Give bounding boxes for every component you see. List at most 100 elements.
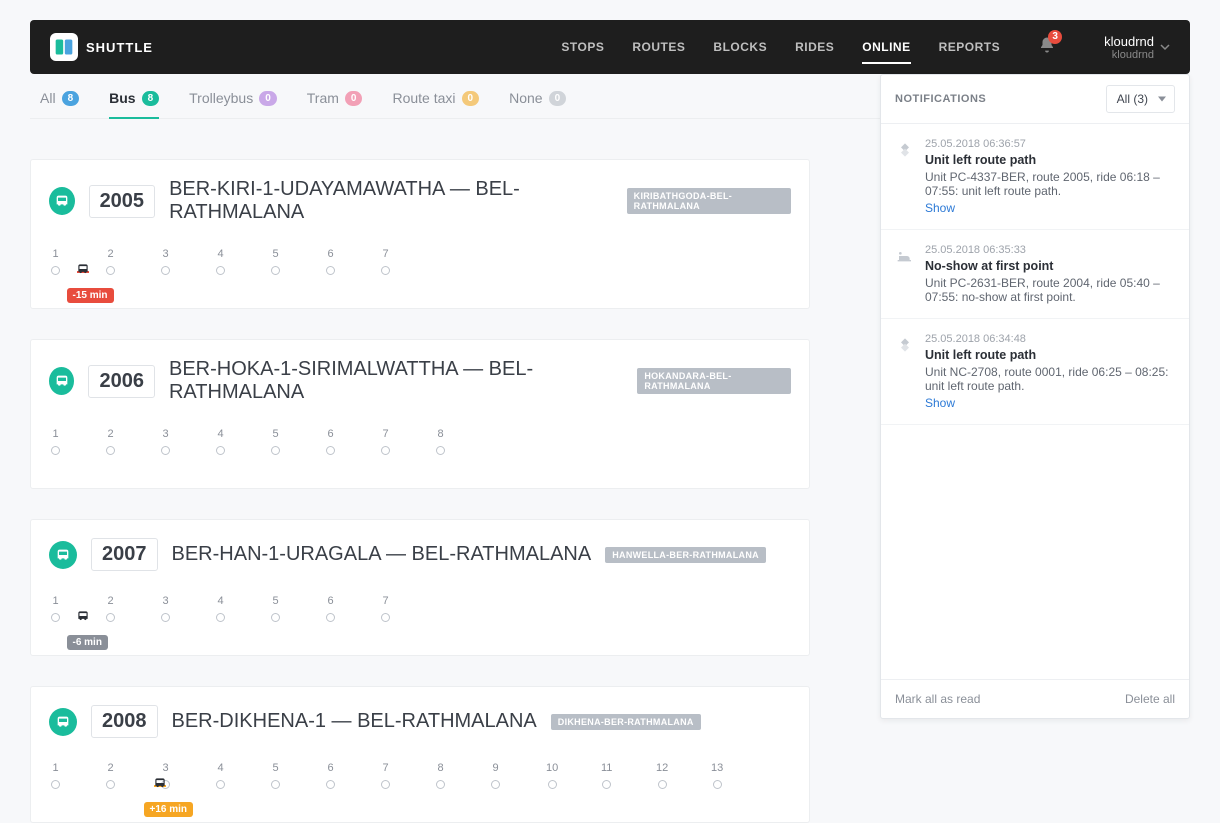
stop-3[interactable]: 3 [161, 428, 170, 455]
route-number[interactable]: 2005 [89, 185, 156, 218]
stop-11[interactable]: 11 [601, 762, 612, 789]
stop-9[interactable]: 9 [491, 762, 500, 789]
delay-badge: -15 min [67, 288, 114, 303]
stop-5[interactable]: 5 [271, 248, 280, 275]
tab-trolleybus[interactable]: Trolleybus0 [189, 90, 277, 118]
route-name: BER-DIKHENA-1 — BEL-RATHMALANA [172, 710, 537, 733]
stop-2[interactable]: 2 [106, 248, 115, 275]
stop-4[interactable]: 4 [216, 428, 225, 455]
delay-badge: +16 min [144, 802, 194, 817]
stop-6[interactable]: 6 [326, 428, 335, 455]
notification-icon [895, 335, 915, 355]
notification-body: Unit PC-4337-BER, route 2005, ride 06:18… [925, 170, 1175, 198]
tab-count: 0 [345, 91, 363, 106]
stops-line: 1234567-15 min [49, 248, 791, 290]
tab-count: 0 [259, 91, 277, 106]
stop-4[interactable]: 4 [216, 762, 225, 789]
stop-5[interactable]: 5 [271, 595, 280, 622]
notification-item[interactable]: 25.05.2018 06:35:33No-show at first poin… [881, 230, 1189, 319]
stop-4[interactable]: 4 [216, 248, 225, 275]
tab-route-taxi[interactable]: Route taxi0 [392, 90, 479, 118]
stop-1[interactable]: 1 [51, 762, 60, 789]
stop-1[interactable]: 1 [51, 595, 60, 622]
stop-2[interactable]: 2 [106, 595, 115, 622]
nav-blocks[interactable]: BLOCKS [713, 36, 767, 58]
stop-8[interactable]: 8 [436, 762, 445, 789]
stop-13[interactable]: 13 [711, 762, 723, 789]
topbar: SHUTTLE STOPS ROUTES BLOCKS RIDES ONLINE REPO… [30, 20, 1190, 74]
route-tag: DIKHENA-BER-RATHMALANA [551, 714, 701, 730]
stop-4[interactable]: 4 [216, 595, 225, 622]
bell-badge: 3 [1048, 30, 1062, 44]
stop-2[interactable]: 2 [106, 762, 115, 789]
notification-title: Unit left route path [925, 348, 1175, 362]
notifications-title: NOTIFICATIONS [895, 93, 986, 105]
nav-stops[interactable]: STOPS [561, 36, 604, 58]
tab-count: 0 [549, 91, 567, 106]
logo[interactable]: SHUTTLE [50, 33, 153, 61]
notifications-filter[interactable]: All (3) [1106, 85, 1175, 113]
notifications-footer: Mark all as read Delete all [881, 679, 1189, 718]
notification-body: Unit NC-2708, route 0001, ride 06:25 – 0… [925, 365, 1175, 393]
notification-show[interactable]: Show [925, 396, 955, 410]
bus-icon [49, 367, 74, 395]
notification-show[interactable]: Show [925, 201, 955, 215]
route-card: 2006 BER-HOKA-1-SIRIMALWATTHA — BEL-RATHM… [30, 339, 810, 489]
bus-marker-icon [75, 262, 91, 281]
stop-8[interactable]: 8 [436, 428, 445, 455]
stops-line: 1234567-6 min [49, 595, 791, 637]
route-name: BER-HAN-1-URAGALA — BEL-RATHMALANA [172, 543, 592, 566]
bell-icon[interactable]: 3 [1038, 36, 1056, 59]
stop-3[interactable]: 3 [161, 595, 170, 622]
stop-7[interactable]: 7 [381, 762, 390, 789]
tab-count: 8 [62, 91, 80, 106]
bus-marker-icon [152, 776, 168, 795]
bus-marker-icon [75, 609, 91, 628]
notification-icon [895, 246, 915, 266]
notification-item[interactable]: 25.05.2018 06:36:57 Unit left route path U… [881, 124, 1189, 230]
stop-12[interactable]: 12 [656, 762, 668, 789]
stop-5[interactable]: 5 [271, 762, 280, 789]
notification-title: No-show at first point [925, 259, 1175, 273]
chevron-down-icon [1160, 42, 1170, 52]
bus-icon [49, 187, 75, 215]
bus-icon [49, 708, 77, 736]
stop-7[interactable]: 7 [381, 428, 390, 455]
stop-5[interactable]: 5 [271, 428, 280, 455]
delay-badge: -6 min [67, 635, 108, 650]
stop-7[interactable]: 7 [381, 595, 390, 622]
route-card: 2008 BER-DIKHENA-1 — BEL-RATHMALANA DIKHEN… [30, 686, 810, 823]
bus-icon [49, 541, 77, 569]
route-number[interactable]: 2008 [91, 705, 158, 738]
nav-online[interactable]: ONLINE [862, 36, 910, 58]
delete-all[interactable]: Delete all [1125, 692, 1175, 706]
stop-6[interactable]: 6 [326, 248, 335, 275]
notifications-list: 25.05.2018 06:36:57 Unit left route path U… [881, 124, 1189, 679]
tab-none[interactable]: None0 [509, 90, 566, 118]
stop-6[interactable]: 6 [326, 762, 335, 789]
stop-1[interactable]: 1 [51, 248, 60, 275]
tab-tram[interactable]: Tram0 [307, 90, 363, 118]
route-name: BER-HOKA-1-SIRIMALWATTHA — BEL-RATHMALAN… [169, 358, 623, 404]
nav: STOPS ROUTES BLOCKS RIDES ONLINE REPORTS 3 klou… [561, 34, 1170, 61]
nav-reports[interactable]: REPORTS [939, 36, 1001, 58]
mark-all-read[interactable]: Mark all as read [895, 692, 980, 706]
tab-all[interactable]: All8 [40, 90, 79, 118]
notification-body: Unit PC-2631-BER, route 2004, ride 05:40… [925, 276, 1175, 304]
route-number[interactable]: 2007 [91, 538, 158, 571]
route-number[interactable]: 2006 [88, 365, 155, 398]
stop-10[interactable]: 10 [546, 762, 558, 789]
stop-1[interactable]: 1 [51, 428, 60, 455]
notification-item[interactable]: 25.05.2018 06:34:48Unit left route pathU… [881, 319, 1189, 425]
tab-bus[interactable]: Bus8 [109, 90, 159, 118]
notification-title: Unit left route path [925, 153, 1175, 167]
stop-2[interactable]: 2 [106, 428, 115, 455]
stop-6[interactable]: 6 [326, 595, 335, 622]
stop-3[interactable]: 3 [161, 248, 170, 275]
nav-rides[interactable]: RIDES [795, 36, 834, 58]
stops-line: 12345678910111213+16 min [49, 762, 791, 804]
notification-time: 25.05.2018 06:36:57 [925, 138, 1175, 150]
stop-7[interactable]: 7 [381, 248, 390, 275]
user-menu[interactable]: kloudrndkloudrnd [1104, 34, 1170, 61]
nav-routes[interactable]: ROUTES [632, 36, 685, 58]
